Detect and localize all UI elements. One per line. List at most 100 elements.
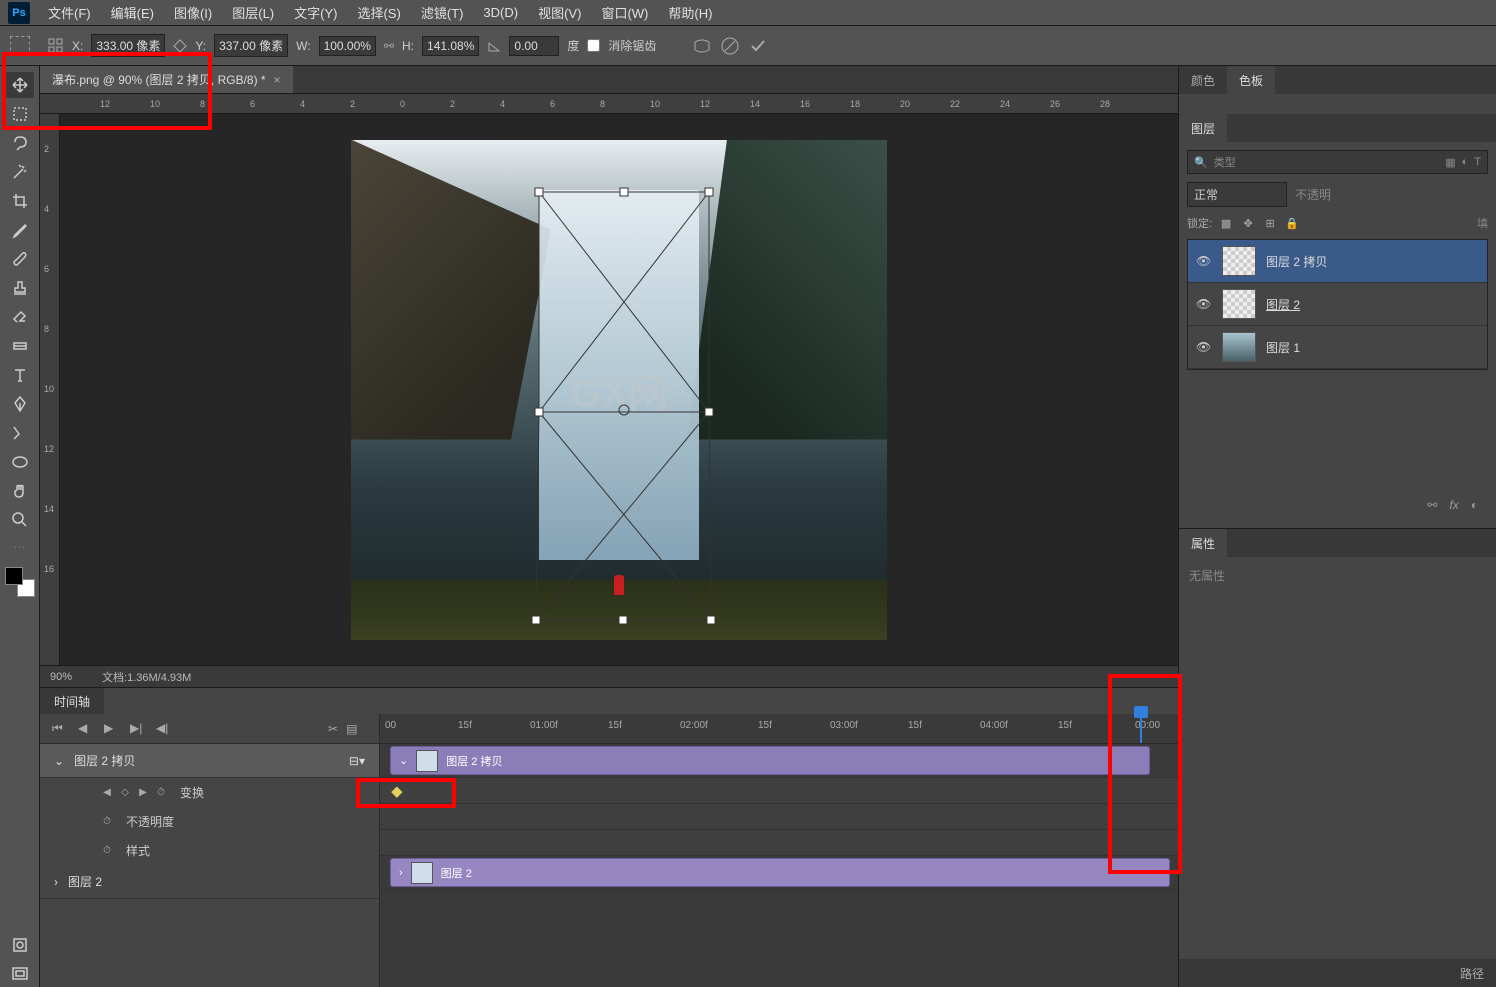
track-layer2[interactable]: › 图层 2: [380, 856, 1178, 890]
document-canvas[interactable]: GX网: [351, 140, 887, 640]
layer-item-2[interactable]: 👁 图层 2: [1188, 283, 1487, 326]
w-input[interactable]: 100.00%: [319, 36, 376, 56]
chevron-down-icon[interactable]: ⌄: [54, 754, 64, 768]
property-style[interactable]: ⏱ 样式: [40, 836, 379, 865]
magic-wand-tool[interactable]: [6, 159, 34, 185]
layer-fx-icon[interactable]: fx: [1449, 498, 1458, 512]
blend-mode-select[interactable]: 正常: [1187, 182, 1287, 207]
menu-help[interactable]: 帮助(H): [658, 3, 722, 22]
scissors-icon[interactable]: ✂: [328, 722, 338, 736]
layer-search[interactable]: 🔍 类型 ▦ ◐ T: [1187, 150, 1488, 174]
playhead[interactable]: [1140, 714, 1142, 743]
eyedropper-tool[interactable]: [6, 217, 34, 243]
keyframe-diamond[interactable]: [391, 786, 402, 797]
link-icon[interactable]: ⚯: [384, 39, 394, 53]
menu-select[interactable]: 选择(S): [347, 3, 410, 22]
warp-icon[interactable]: [692, 36, 712, 56]
timeline-ruler[interactable]: 00 15f 01:00f 15f 02:00f 15f 03:00f 15f …: [380, 714, 1178, 744]
menu-type[interactable]: 文字(Y): [284, 3, 347, 22]
layer-item-1[interactable]: 👁 图层 2 拷贝: [1188, 240, 1487, 283]
track-transform[interactable]: [380, 778, 1178, 804]
last-frame-button[interactable]: ◀|: [156, 721, 172, 737]
clip-layer2[interactable]: › 图层 2: [390, 858, 1170, 887]
menu-edit[interactable]: 编辑(E): [101, 3, 164, 22]
tool-preset-icon[interactable]: [10, 36, 30, 56]
ruler-horizontal[interactable]: 12 10 8 6 4 2 0 2 4 6 8 10 12 14 16 18 2…: [40, 94, 1178, 114]
color-tab[interactable]: 颜色: [1179, 66, 1227, 94]
layer-thumbnail[interactable]: [1222, 332, 1256, 362]
clip-layer1[interactable]: ⌄ 图层 2 拷贝: [390, 746, 1150, 775]
pen-tool[interactable]: [6, 391, 34, 417]
next-keyframe-icon[interactable]: ▶: [136, 786, 150, 800]
color-swatch[interactable]: [5, 567, 35, 597]
layer-item-3[interactable]: 👁 图层 1: [1188, 326, 1487, 369]
layer-mask-icon[interactable]: ◐: [1471, 498, 1478, 512]
zoom-field[interactable]: 90%: [50, 671, 72, 683]
close-tab-icon[interactable]: ×: [274, 73, 281, 87]
angle-input[interactable]: 0.00: [509, 36, 559, 56]
timeline-layer-1[interactable]: ⌄ 图层 2 拷贝 ⊟▾: [40, 744, 379, 778]
first-frame-button[interactable]: ⏮: [52, 721, 68, 737]
play-button[interactable]: ▶: [104, 721, 120, 737]
y-input[interactable]: 337.00 像素: [214, 34, 288, 57]
menu-layer[interactable]: 图层(L): [222, 3, 284, 22]
menu-3d[interactable]: 3D(D): [473, 5, 528, 20]
options-icon[interactable]: ▤: [346, 722, 357, 736]
brush-tool[interactable]: [6, 246, 34, 272]
cancel-icon[interactable]: [720, 36, 740, 56]
visibility-icon[interactable]: 👁: [1196, 254, 1212, 268]
lock-all-icon[interactable]: 🔒: [1284, 217, 1300, 230]
timeline-tab[interactable]: 时间轴: [40, 688, 104, 714]
filter-adjust-icon[interactable]: ◐: [1462, 156, 1469, 168]
track-layer1[interactable]: ⌄ 图层 2 拷贝: [380, 744, 1178, 778]
prev-keyframe-icon[interactable]: ◀: [100, 786, 114, 800]
x-input[interactable]: 333.00 像素: [91, 34, 165, 57]
canvas-viewport[interactable]: GX网: [60, 114, 1178, 665]
lock-pixels-icon[interactable]: ▩: [1218, 217, 1234, 230]
paths-tab[interactable]: 路径: [1448, 959, 1496, 987]
swatches-tab[interactable]: 色板: [1227, 66, 1275, 94]
ref-point-icon[interactable]: [173, 39, 187, 53]
quickmask-tool[interactable]: [6, 932, 34, 958]
marquee-tool[interactable]: [6, 101, 34, 127]
crop-tool[interactable]: [6, 188, 34, 214]
menu-file[interactable]: 文件(F): [38, 3, 101, 22]
layer-options-icon[interactable]: ⊟▾: [349, 754, 365, 768]
lock-artboard-icon[interactable]: ⊞: [1262, 217, 1278, 230]
timeline-layer-2[interactable]: › 图层 2: [40, 865, 379, 899]
lasso-tool[interactable]: [6, 130, 34, 156]
track-style[interactable]: [380, 830, 1178, 856]
menu-filter[interactable]: 滤镜(T): [411, 3, 474, 22]
eraser-tool[interactable]: [6, 304, 34, 330]
visibility-icon[interactable]: 👁: [1196, 297, 1212, 311]
gradient-tool[interactable]: [6, 333, 34, 359]
grid-icon[interactable]: [48, 38, 64, 54]
zoom-tool[interactable]: [6, 507, 34, 533]
properties-tab[interactable]: 属性: [1179, 529, 1227, 557]
commit-icon[interactable]: [748, 36, 768, 56]
doc-info[interactable]: 文档:1.36M/4.93M: [102, 669, 191, 685]
stopwatch-icon[interactable]: ⏱: [100, 815, 114, 829]
layer-thumbnail[interactable]: [1222, 246, 1256, 276]
chevron-down-icon[interactable]: ⌄: [399, 754, 408, 767]
h-input[interactable]: 141.08%: [422, 36, 479, 56]
timeline-track-area[interactable]: ✂ ▤ 00 15f 01:00f 15f 02:00f 15f 03:00f …: [380, 714, 1178, 987]
chevron-right-icon[interactable]: ›: [399, 867, 403, 879]
stopwatch-icon[interactable]: ⏱: [154, 786, 168, 800]
foreground-color[interactable]: [5, 567, 23, 585]
link-layers-icon[interactable]: ⚯: [1427, 498, 1437, 512]
antialias-checkbox[interactable]: [587, 39, 600, 52]
type-tool[interactable]: [6, 362, 34, 388]
prev-frame-button[interactable]: ◀: [78, 721, 94, 737]
track-opacity[interactable]: [380, 804, 1178, 830]
path-tool[interactable]: [6, 420, 34, 446]
menu-window[interactable]: 窗口(W): [591, 3, 658, 22]
layers-tab[interactable]: 图层: [1179, 114, 1227, 142]
property-opacity[interactable]: ⏱ 不透明度: [40, 807, 379, 836]
add-keyframe-icon[interactable]: ◇: [118, 786, 132, 800]
filter-type-icon[interactable]: T: [1474, 156, 1481, 168]
shape-tool[interactable]: [6, 449, 34, 475]
document-tab[interactable]: 瀑布.png @ 90% (图层 2 拷贝, RGB/8) * ×: [40, 66, 293, 93]
menu-view[interactable]: 视图(V): [528, 3, 591, 22]
move-tool[interactable]: [6, 72, 34, 98]
